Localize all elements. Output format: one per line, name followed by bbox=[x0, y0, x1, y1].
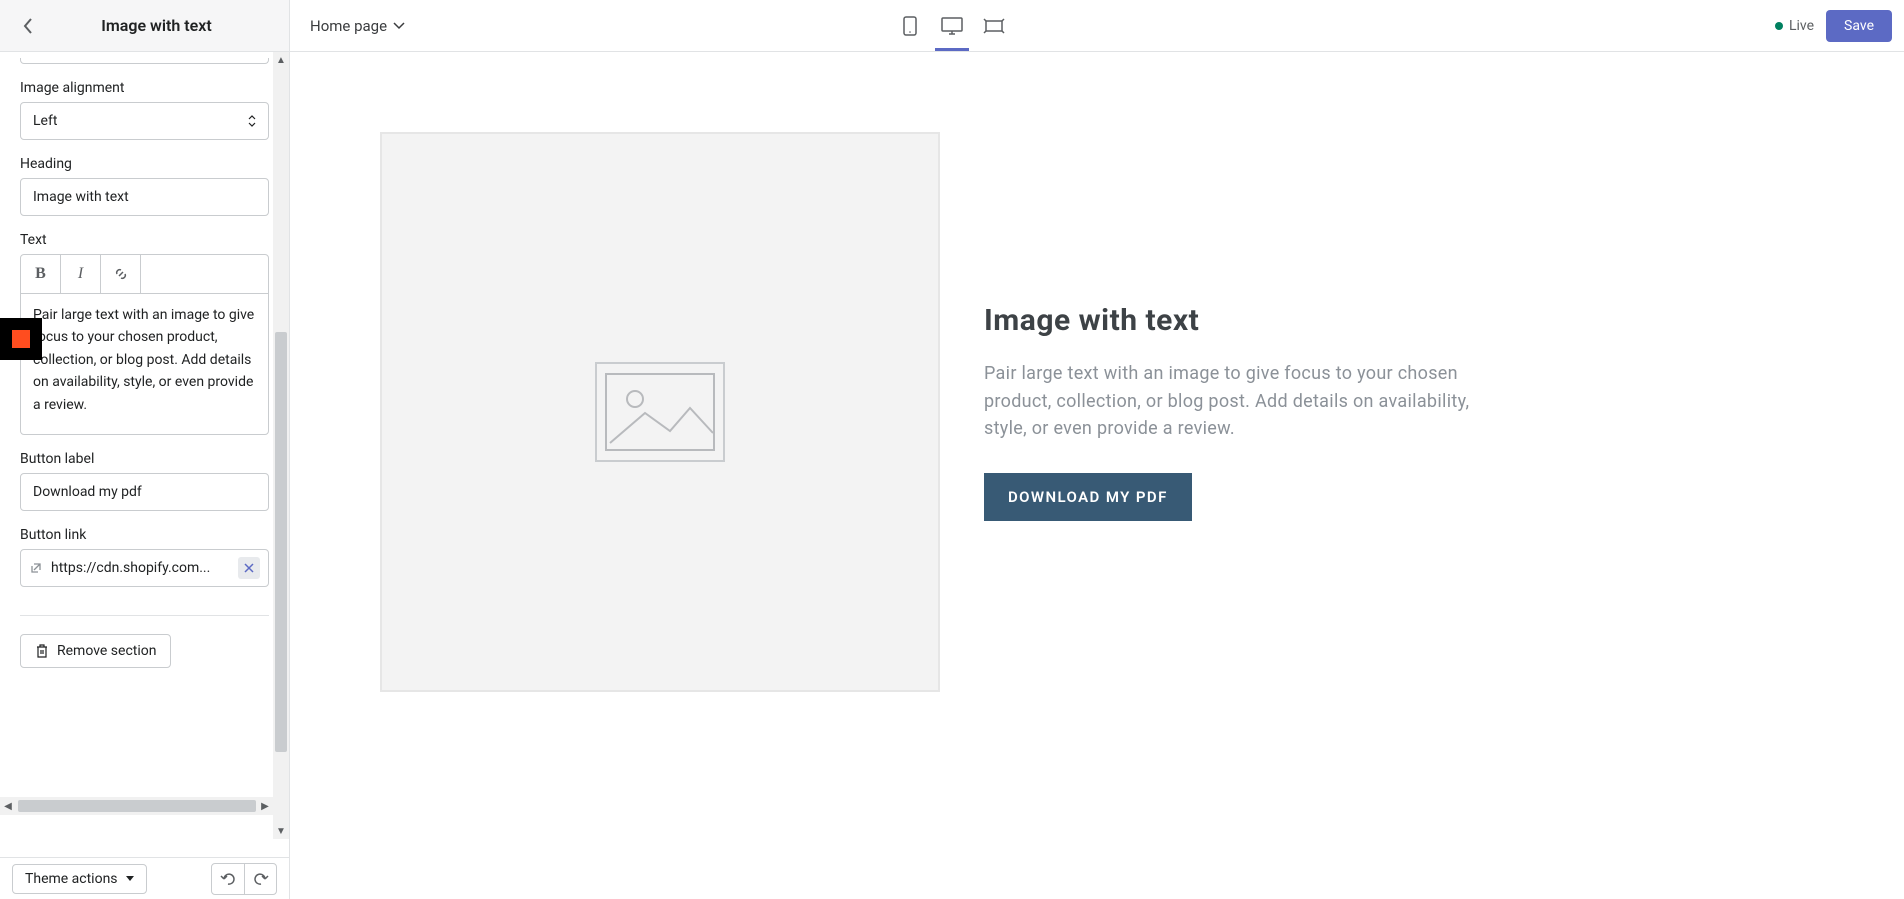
fullwidth-icon bbox=[983, 18, 1005, 34]
topbar-left: Image with text bbox=[0, 0, 290, 51]
button-label-label: Button label bbox=[20, 451, 269, 467]
sidebar-content: Image alignment Left Heading Text B bbox=[0, 52, 289, 688]
undo-button[interactable] bbox=[212, 864, 244, 894]
heading-label: Heading bbox=[20, 156, 269, 172]
live-indicator: Live bbox=[1775, 18, 1814, 34]
record-icon bbox=[12, 330, 30, 348]
button-link-value: https://cdn.shopify.com... bbox=[51, 560, 230, 576]
image-placeholder-icon bbox=[595, 362, 725, 462]
link-button[interactable] bbox=[101, 255, 141, 293]
undo-redo-group bbox=[211, 863, 277, 895]
caret-down-icon bbox=[126, 876, 134, 882]
sidebar: Image alignment Left Heading Text B bbox=[0, 52, 290, 899]
theme-actions-button[interactable]: Theme actions bbox=[12, 864, 147, 894]
theme-actions-label: Theme actions bbox=[25, 871, 118, 887]
topbar-right: Live Save bbox=[1775, 10, 1892, 42]
close-icon bbox=[244, 563, 254, 573]
italic-button[interactable]: I bbox=[61, 255, 101, 293]
mobile-view-button[interactable] bbox=[899, 2, 921, 50]
topbar: Image with text Home page Live Save bbox=[0, 0, 1904, 52]
recording-indicator[interactable] bbox=[0, 318, 42, 360]
scroll-thumb-h[interactable] bbox=[18, 800, 256, 812]
select-chevron-icon bbox=[248, 114, 256, 128]
button-label-group: Button label bbox=[20, 451, 269, 511]
button-link-input[interactable]: https://cdn.shopify.com... bbox=[20, 549, 269, 587]
page-selector-label: Home page bbox=[310, 17, 387, 35]
button-link-label: Button link bbox=[20, 527, 269, 543]
remove-section-button[interactable]: Remove section bbox=[20, 634, 171, 668]
image-alignment-group: Image alignment Left bbox=[20, 80, 269, 140]
live-dot-icon bbox=[1775, 22, 1783, 30]
save-button[interactable]: Save bbox=[1826, 10, 1892, 42]
divider bbox=[20, 615, 269, 616]
mobile-icon bbox=[903, 16, 917, 36]
external-link-icon bbox=[29, 561, 43, 575]
trash-icon bbox=[35, 644, 49, 658]
preview-section: Image with text Pair large text with an … bbox=[290, 52, 1904, 772]
clear-link-button[interactable] bbox=[238, 557, 260, 579]
preview-button[interactable]: DOWNLOAD MY PDF bbox=[984, 473, 1192, 521]
remove-section-label: Remove section bbox=[57, 643, 156, 659]
chevron-left-icon bbox=[23, 18, 33, 34]
live-label: Live bbox=[1789, 18, 1814, 34]
section-title: Image with text bbox=[40, 16, 273, 35]
sidebar-scrollbar-vertical[interactable]: ▲ ▼ bbox=[273, 52, 289, 839]
text-group: Text B I Pair large text with an image t… bbox=[20, 232, 269, 435]
scroll-left-icon[interactable]: ◀ bbox=[0, 798, 16, 814]
scroll-down-icon[interactable]: ▼ bbox=[273, 823, 289, 839]
sidebar-scroll[interactable]: Image alignment Left Heading Text B bbox=[0, 52, 289, 857]
back-button[interactable] bbox=[16, 14, 40, 38]
heading-input[interactable] bbox=[20, 178, 269, 216]
heading-group: Heading bbox=[20, 156, 269, 216]
button-link-group: Button link https://cdn.shopify.com... bbox=[20, 527, 269, 587]
richtext-editor: B I Pair large text with an image to giv… bbox=[20, 254, 269, 435]
richtext-toolbar: B I bbox=[21, 255, 268, 294]
device-switcher bbox=[899, 0, 1005, 51]
preview-area[interactable]: Image with text Pair large text with an … bbox=[290, 52, 1904, 899]
fullwidth-view-button[interactable] bbox=[983, 2, 1005, 50]
page-selector[interactable]: Home page bbox=[310, 17, 405, 35]
scroll-up-icon[interactable]: ▲ bbox=[273, 52, 289, 68]
preview-body: Pair large text with an image to give fo… bbox=[984, 360, 1504, 444]
sidebar-scrollbar-horizontal[interactable]: ◀ ▶ bbox=[0, 797, 273, 815]
main: Image alignment Left Heading Text B bbox=[0, 52, 1904, 899]
link-icon bbox=[113, 266, 129, 282]
image-alignment-label: Image alignment bbox=[20, 80, 269, 96]
scroll-thumb-v[interactable] bbox=[275, 332, 287, 752]
image-alignment-value: Left bbox=[33, 113, 57, 129]
button-label-input[interactable] bbox=[20, 473, 269, 511]
redo-icon bbox=[253, 872, 269, 886]
image-alignment-select[interactable]: Left bbox=[20, 102, 269, 140]
preview-text-column: Image with text Pair large text with an … bbox=[984, 303, 1504, 522]
bold-button[interactable]: B bbox=[21, 255, 61, 293]
desktop-icon bbox=[941, 17, 963, 35]
scroll-right-icon[interactable]: ▶ bbox=[257, 798, 273, 814]
preview-heading: Image with text bbox=[984, 303, 1504, 338]
redo-button[interactable] bbox=[244, 864, 276, 894]
text-label: Text bbox=[20, 232, 269, 248]
image-input-partial[interactable] bbox=[20, 58, 269, 64]
desktop-view-button[interactable] bbox=[941, 2, 963, 50]
chevron-down-icon bbox=[393, 22, 405, 30]
preview-image-placeholder bbox=[380, 132, 940, 692]
undo-icon bbox=[220, 872, 236, 886]
richtext-content[interactable]: Pair large text with an image to give fo… bbox=[21, 294, 268, 434]
sidebar-footer: Theme actions bbox=[0, 857, 289, 899]
